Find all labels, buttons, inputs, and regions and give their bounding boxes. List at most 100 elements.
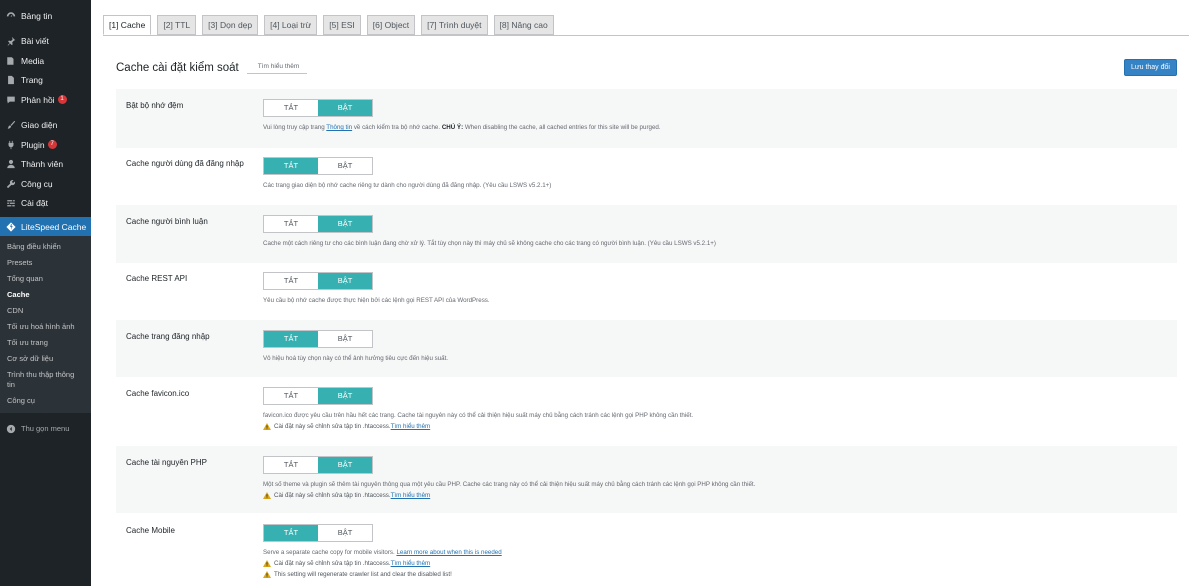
toggle-off-option[interactable]: TẮT [264,331,318,347]
setting-row: Cache người bình luận TẮT BẬT Cache một các… [116,205,1177,263]
setting-toggle[interactable]: TẮT BẬT [263,272,373,290]
warning-text: Cài đặt này sẽ chỉnh sửa tập tin .htacce… [274,423,391,430]
toggle-on-option[interactable]: BẬT [318,388,372,404]
toggle-on-option[interactable]: BẬT [318,100,372,116]
submenu-item[interactable]: CDN [0,303,91,319]
submenu-item[interactable]: Cơ sở dữ liệu [0,351,91,367]
toggle-off-option[interactable]: TẮT [264,388,318,404]
setting-toggle[interactable]: TẮT BẬT [263,330,373,348]
setting-label: Cache người dùng đã đăng nhập [126,159,244,168]
description-text: Các trang giao diện bộ nhớ cache riêng t… [263,182,552,189]
setting-row: Cache trang đăng nhập TẮT BẬT Vô hiệu hoá t… [116,320,1177,377]
toggle-on-option[interactable]: BẬT [318,158,372,174]
settings-tabs: [1] Cache [2] TTL [3] Dọn dẹp [4] Loại trừ[… [103,15,554,35]
setting-label: Cache người bình luận [126,217,208,226]
setting-row: Cache tài nguyên PHP TẮT BẬT Một số theme v… [116,446,1177,513]
sidebar-item-pin[interactable]: Bài viết [0,32,91,52]
description-text: về cách kiểm tra bộ nhớ cache. [352,124,442,131]
learn-more-link[interactable]: Tìm hiểu thêm [391,423,431,430]
learn-more-link[interactable]: Tìm hiểu thêm [391,492,431,499]
user-icon [5,158,17,170]
setting-toggle[interactable]: TẮT BẬT [263,215,373,233]
save-changes-button[interactable]: Lưu thay đổi [1124,59,1177,76]
toggle-on-option[interactable]: BẬT [318,525,372,541]
warning-icon [263,492,271,499]
litespeed-submenu: Bảng điều khiển Presets Tổng quan Cache CDN T… [0,236,91,413]
media-icon [5,55,17,67]
description-link[interactable]: Thông tin [326,124,352,131]
toggle-off-option[interactable]: TẮT [264,457,318,473]
toggle-on-option[interactable]: BẬT [318,331,372,347]
setting-description: Yêu cầu bộ nhớ cache được thực hiện bởi … [263,297,490,304]
sidebar-item-dashboard[interactable]: Bảng tin [0,6,91,26]
tab-5[interactable]: [5] ESI [323,15,361,35]
warning-icon [263,423,271,430]
sidebar-item-media[interactable]: Media [0,51,91,71]
sidebar-item-label: Cài đặt [21,198,48,209]
learn-more-link[interactable]: Tìm hiểu thêm [246,63,308,74]
setting-description: favicon.ico được yêu cầu trên hầu hết cá… [263,412,693,419]
toggle-on-option[interactable]: BẬT [318,216,372,232]
note-label: CHÚ Ý: [441,124,464,131]
description-text: Vô hiệu hoá tùy chọn này có thể ảnh hưởn… [263,355,449,362]
main-content: [1] Cache [2] TTL [3] Dọn dẹp [4] Loại trừ[… [91,0,1200,586]
submenu-item[interactable]: Cache [0,287,91,303]
sidebar-item-user[interactable]: Thành viên [0,155,91,175]
collapse-menu-button[interactable]: Thu gọn menu [0,419,91,439]
tab-2[interactable]: [2] TTL [157,15,197,35]
sidebar-item-brush[interactable]: Giao diện [0,116,91,136]
sidebar-item-settings[interactable]: Cài đặt [0,194,91,214]
setting-label: Cache trang đăng nhập [126,332,210,341]
setting-toggle[interactable]: TẮT BẬT [263,524,373,542]
admin-sidebar: Bảng tin Bài viết Media Trang Phản hồi 1 Giao … [0,0,91,586]
setting-label: Cache tài nguyên PHP [126,458,207,467]
setting-row: Bật bộ nhớ đệm TẮT BẬT Vui lòng truy cập tr… [116,89,1177,148]
submenu-item[interactable]: Bảng điều khiển [0,239,91,255]
toggle-on-option[interactable]: BẬT [318,457,372,473]
submenu-item[interactable]: Công cụ [0,393,91,409]
description-text: Cache một cách riêng tư cho các bình luậ… [263,240,716,247]
sidebar-item-plugin[interactable]: Plugin 7 [0,135,91,155]
sidebar-item-litespeed-cache[interactable]: LiteSpeed Cache [0,217,91,236]
tab-1[interactable]: [1] Cache [103,15,152,35]
tab-6[interactable]: [6] Object [366,15,416,35]
warning-note: Cài đặt này sẽ chỉnh sửa tập tin .htacce… [263,492,430,499]
learn-more-link[interactable]: Tìm hiểu thêm [391,560,431,567]
setting-description: Các trang giao diện bộ nhớ cache riêng t… [263,182,551,189]
setting-description: Một số theme và plugin sẽ thêm tài nguyê… [263,481,755,488]
tab-7[interactable]: [7] Trình duyệt [421,15,488,35]
wrench-icon [5,178,17,190]
setting-label: Cache REST API [126,274,188,283]
submenu-item[interactable]: Tối ưu trang [0,335,91,351]
setting-row: Cache favicon.ico TẮT BẬT favicon.ico được … [116,377,1177,445]
setting-toggle[interactable]: TẮT BẬT [263,456,373,474]
setting-toggle[interactable]: TẮT BẬT [263,157,373,175]
submenu-item[interactable]: Trình thu thập thông tin [0,367,91,393]
description-text: Serve a separate cache copy for mobile v… [263,549,397,556]
sidebar-item-label: Phản hồi [21,94,55,105]
submenu-item[interactable]: Tối ưu hoá hình ảnh [0,319,91,335]
toggle-off-option[interactable]: TẮT [264,216,318,232]
toggle-off-option[interactable]: TẮT [264,525,318,541]
tab-4[interactable]: [4] Loại trừ [264,15,318,35]
warning-text: Cài đặt này sẽ chỉnh sửa tập tin .htacce… [274,492,391,499]
toggle-on-option[interactable]: BẬT [318,273,372,289]
settings-icon [5,197,17,209]
setting-row: Cache REST API TẮT BẬT Yêu cầu bộ nhớ cache… [116,262,1177,319]
toggle-off-option[interactable]: TẮT [264,158,318,174]
description-link[interactable]: Learn more about when this is needed [396,549,501,556]
setting-toggle[interactable]: TẮT BẬT [263,387,373,405]
sidebar-item-comment[interactable]: Phản hồi 1 [0,90,91,110]
page-title: Cache cài đặt kiểm soát [116,62,239,74]
setting-toggle[interactable]: TẮT BẬT [263,99,373,117]
dashboard-icon [5,10,17,22]
submenu-item[interactable]: Tổng quan [0,271,91,287]
sidebar-item-wrench[interactable]: Công cụ [0,174,91,194]
submenu-item[interactable]: Presets [0,255,91,271]
toggle-off-option[interactable]: TẮT [264,100,318,116]
comment-icon [5,94,17,106]
tab-8[interactable]: [8] Nâng cao [493,15,554,35]
sidebar-item-page[interactable]: Trang [0,71,91,91]
tab-3[interactable]: [3] Dọn dẹp [202,15,259,35]
toggle-off-option[interactable]: TẮT [264,273,318,289]
